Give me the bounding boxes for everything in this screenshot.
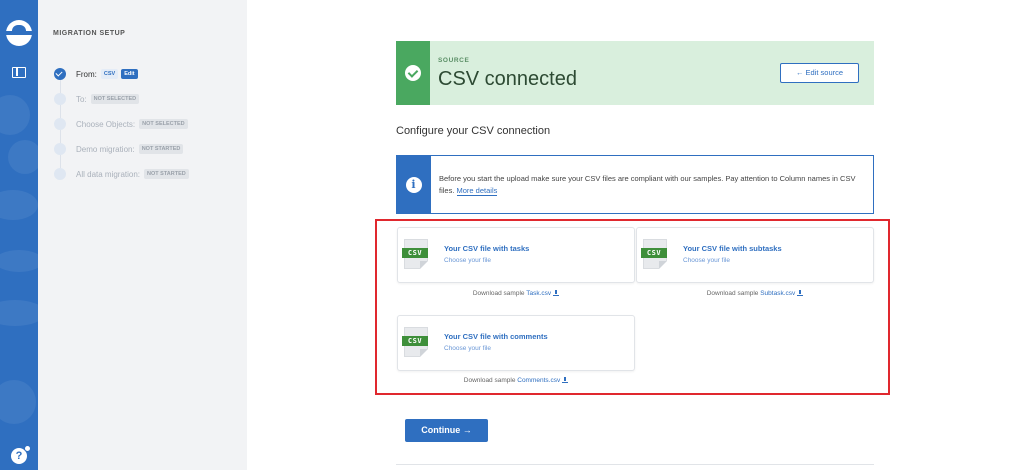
info-status: i	[396, 155, 431, 214]
info-box: i Before you start the upload make sure …	[396, 155, 874, 214]
rail-decoration	[0, 190, 38, 220]
layout-icon[interactable]	[12, 67, 26, 78]
step-label: From:	[76, 69, 97, 79]
divider	[396, 464, 874, 465]
step-badge: NOT SELECTED	[139, 119, 188, 129]
help-icon[interactable]: ?	[11, 445, 31, 464]
edit-source-badge[interactable]: Edit	[121, 69, 138, 79]
source-label: SOURCE	[438, 57, 470, 64]
step-all-data-migration: All data migration: NOT STARTED	[54, 167, 192, 181]
step-badge: NOT STARTED	[138, 144, 184, 154]
source-card: SOURCE CSV connected ← Edit source	[396, 41, 874, 105]
step-label: Demo migration:	[76, 144, 135, 154]
more-details-link[interactable]: More details	[456, 186, 498, 196]
step-dot	[54, 93, 66, 105]
step-badge: CSV	[100, 69, 119, 79]
step-to: To: NOT SELECTED	[54, 92, 142, 106]
step-dot	[54, 143, 66, 155]
step-choose-objects: Choose Objects: NOT SELECTED	[54, 117, 191, 131]
rail-decoration	[0, 95, 30, 135]
info-message: Before you start the upload make sure yo…	[439, 174, 856, 195]
configure-title: Configure your CSV connection	[396, 125, 551, 137]
check-icon	[405, 65, 421, 81]
rail-decoration	[8, 140, 38, 174]
migration-sidebar: MIGRATION SETUP From: CSV Edit To: NOT S…	[38, 0, 247, 470]
step-dot	[54, 168, 66, 180]
step-label: To:	[76, 94, 87, 104]
info-text: Before you start the upload make sure yo…	[439, 173, 867, 197]
rail-decoration	[0, 300, 38, 326]
source-status	[396, 41, 430, 105]
step-demo-migration: Demo migration: NOT STARTED	[54, 142, 186, 156]
left-rail: ?	[0, 0, 38, 470]
check-icon	[54, 68, 66, 80]
step-label: Choose Objects:	[76, 119, 136, 129]
continue-button[interactable]: Continue →	[405, 419, 488, 442]
info-icon: i	[405, 176, 422, 193]
source-title: CSV connected	[438, 68, 577, 90]
step-label: All data migration:	[76, 169, 141, 179]
step-from: From: CSV Edit	[54, 67, 141, 81]
step-dot	[54, 118, 66, 130]
highlight-box	[375, 219, 890, 395]
rail-decoration	[0, 380, 36, 424]
gear-icon	[24, 445, 31, 452]
step-badge: NOT STARTED	[144, 169, 189, 179]
logo-icon[interactable]	[3, 20, 35, 46]
step-badge: NOT SELECTED	[90, 94, 140, 104]
sidebar-title: MIGRATION SETUP	[53, 30, 126, 37]
rail-decoration	[0, 250, 38, 272]
edit-source-button[interactable]: ← Edit source	[780, 63, 859, 83]
